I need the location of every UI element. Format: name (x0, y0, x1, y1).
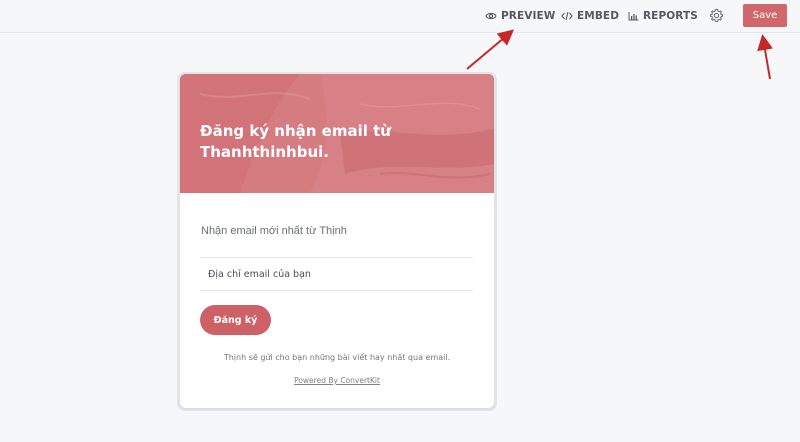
form-hero-banner: Đăng ký nhận email từ Thanhthinhbui. (180, 74, 494, 193)
code-icon (561, 11, 573, 21)
form-card: Đăng ký nhận email từ Thanhthinhbui. Nhậ… (180, 74, 494, 408)
embed-tab[interactable]: EMBED (561, 9, 619, 23)
reports-tab[interactable]: REPORTS (628, 9, 698, 23)
arrow-to-save-icon (757, 34, 773, 80)
eye-icon (485, 12, 497, 20)
reports-label: REPORTS (643, 10, 698, 22)
form-disclaimer: Thịnh sẽ gửi cho bạn những bài viết hay … (223, 353, 451, 362)
email-field-wrapper (200, 257, 473, 291)
form-subheader: Nhận email mới nhất từ Thịnh (201, 225, 347, 237)
powered-by-link[interactable]: Powered By ConvertKit (180, 376, 494, 385)
preview-tab[interactable]: PREVIEW (485, 9, 555, 23)
preview-label: PREVIEW (501, 10, 556, 22)
email-field[interactable] (200, 258, 473, 290)
save-button[interactable]: Save (743, 4, 787, 27)
form-headline: Đăng ký nhận email từ Thanhthinhbui. (200, 122, 391, 161)
arrow-to-preview-icon (466, 29, 515, 70)
top-toolbar: PREVIEW EMBED REPORTS Save (0, 0, 800, 33)
embed-label: EMBED (577, 10, 620, 22)
bar-chart-icon (628, 12, 639, 21)
subscribe-button[interactable]: Đăng ký (200, 305, 271, 335)
gear-icon[interactable] (709, 8, 724, 23)
